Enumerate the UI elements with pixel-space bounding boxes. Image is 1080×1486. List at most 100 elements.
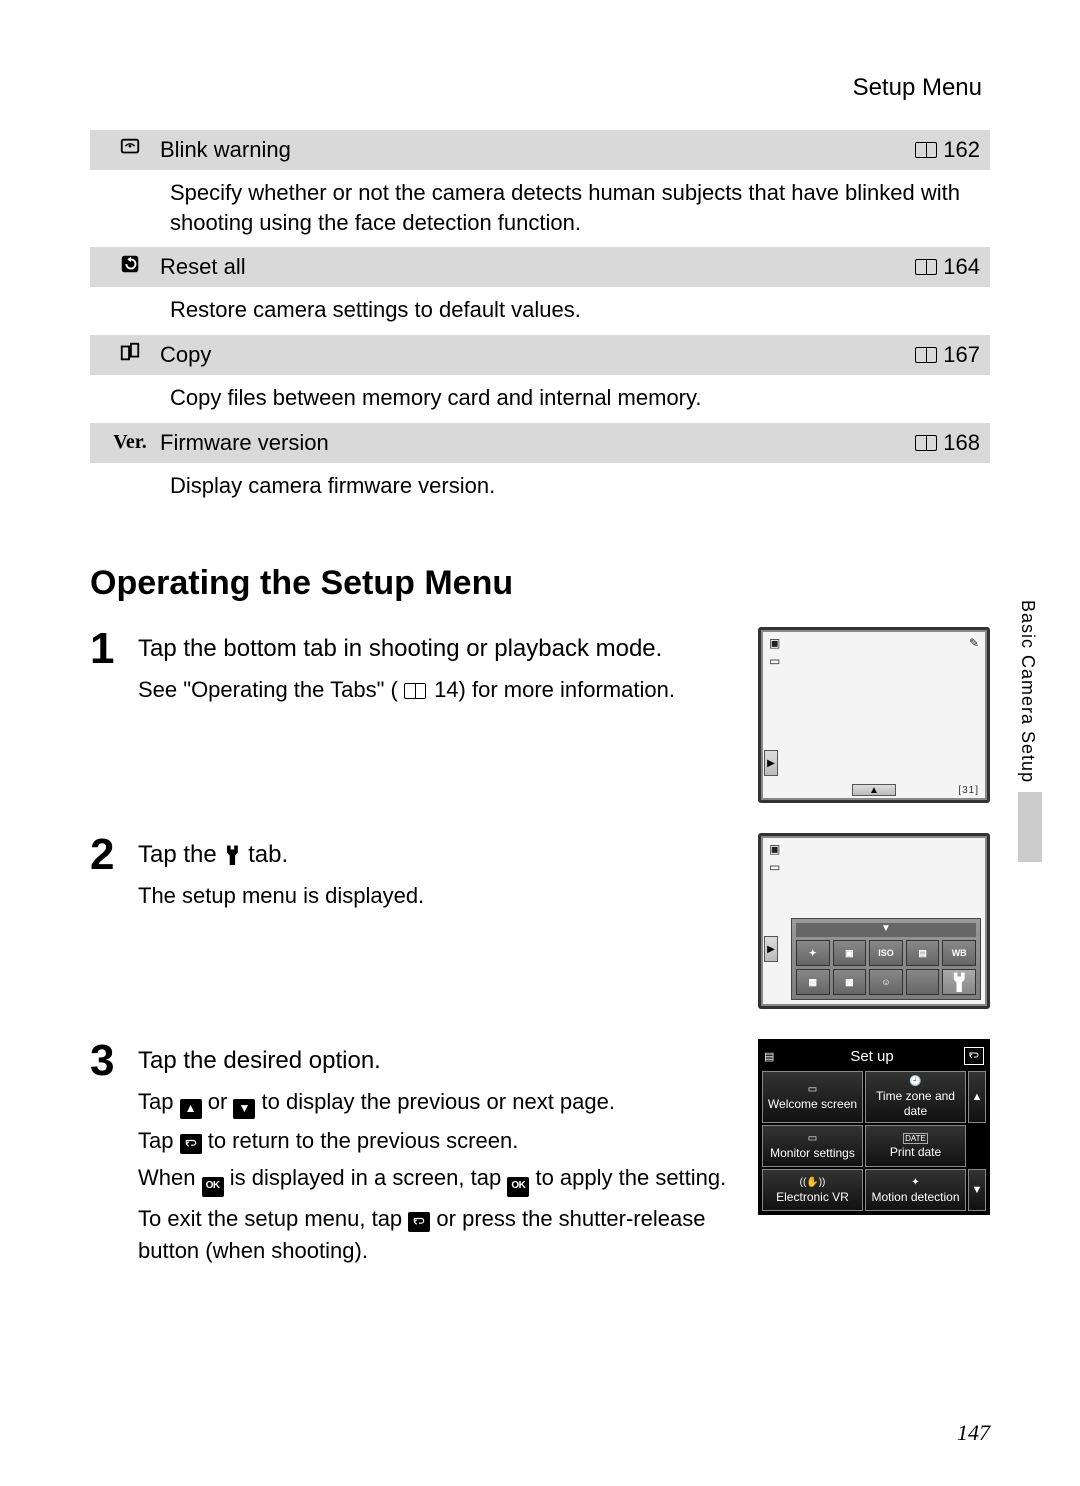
- step-number: 1: [90, 627, 138, 671]
- setup-option-label: Welcome screen: [768, 1097, 857, 1111]
- option-cell: [906, 969, 940, 995]
- header-title: Setup Menu: [90, 74, 990, 102]
- options-panel: ▼ ✦ ▣ ISO ▤ WB ▦ ▩ ☺: [791, 918, 981, 1000]
- monitor-icon: ▭: [808, 1133, 817, 1145]
- table-row-head: Reset all 164: [90, 247, 990, 287]
- table-row-label: Firmware version: [160, 430, 915, 456]
- book-icon: [915, 142, 937, 158]
- version-icon: Ver.: [100, 431, 160, 454]
- table-row-label: Blink warning: [160, 137, 915, 163]
- step-text-frag: Tap: [138, 1089, 180, 1114]
- option-cell: ▦: [796, 969, 830, 995]
- step-text-frag: to display the previous or next page.: [262, 1089, 615, 1114]
- welcome-icon: ▭: [808, 1084, 817, 1096]
- book-icon: [915, 347, 937, 363]
- step-text-frag: When: [138, 1165, 202, 1190]
- step-number: 2: [90, 833, 138, 877]
- camera-screen-step1: ▣ ▭ ✎ ▶ ▲ [31]: [758, 627, 990, 803]
- book-icon: [915, 435, 937, 451]
- down-arrow-icon: ▼: [233, 1099, 255, 1119]
- scroll-track: [968, 1125, 986, 1167]
- table-row-page-num: 164: [943, 254, 980, 280]
- option-cell: WB: [942, 940, 976, 966]
- table-row-page: 168: [915, 430, 980, 456]
- camera-sub-icon: ▭: [769, 654, 780, 668]
- step-title-frag: tab.: [248, 841, 288, 868]
- table-row-page: 162: [915, 137, 980, 163]
- setup-option-label: Motion detection: [871, 1190, 959, 1204]
- camera-screen-step3: ▤ Set up ▭ Welcome screen 🕘 Time zone an…: [758, 1039, 990, 1215]
- back-icon: [180, 1134, 202, 1154]
- table-row-page-num: 168: [943, 430, 980, 456]
- table-row-head: Copy 167: [90, 335, 990, 375]
- page-number: 147: [957, 1420, 990, 1446]
- step-text-frag: See "Operating the Tabs" (: [138, 677, 398, 702]
- date-icon: DATE: [903, 1133, 928, 1145]
- step-title-frag: Tap the: [138, 841, 223, 868]
- option-cell: ☺: [869, 969, 903, 995]
- table-row-head: Blink warning 162: [90, 130, 990, 170]
- setup-option: ▭ Monitor settings: [762, 1125, 863, 1167]
- table-row-desc: Specify whether or not the camera detect…: [90, 170, 990, 247]
- option-cell: ▤: [906, 940, 940, 966]
- step-2: 2 Tap the tab. The setup menu is display…: [90, 833, 990, 1009]
- table-row-page-num: 167: [943, 342, 980, 368]
- menu-indicator-icon: ▤: [764, 1050, 780, 1063]
- back-icon: [408, 1212, 430, 1232]
- corner-info: [31]: [958, 785, 979, 796]
- table-row-page: 164: [915, 254, 980, 280]
- table-row-label: Copy: [160, 342, 915, 368]
- step-text-frag: is displayed in a screen, tap: [230, 1165, 508, 1190]
- blink-icon: [100, 136, 160, 164]
- bottom-tab: ▲: [852, 784, 896, 796]
- section-heading: Operating the Setup Menu: [90, 564, 990, 603]
- table-row-page-num: 162: [943, 137, 980, 163]
- option-cell: ▣: [833, 940, 867, 966]
- camera-mode-icon: ▣: [769, 636, 780, 650]
- collapse-arrow: ▼: [796, 923, 976, 937]
- camera-sub-icon: ▭: [769, 860, 780, 874]
- step-text-frag: Tap: [138, 1128, 180, 1153]
- table-row-head: Ver. Firmware version 168: [90, 423, 990, 463]
- side-tab: ▶: [764, 936, 778, 962]
- setup-option: DATE Print date: [865, 1125, 966, 1167]
- table-row-desc: Restore camera settings to default value…: [90, 287, 990, 335]
- setup-option-label: Electronic VR: [776, 1190, 849, 1204]
- paint-icon: ✎: [969, 636, 979, 650]
- setup-option-label: Time zone and date: [868, 1089, 963, 1118]
- step-number: 3: [90, 1039, 138, 1083]
- option-cell: ✦: [796, 940, 830, 966]
- option-cell: ▩: [833, 969, 867, 995]
- step-text: See "Operating the Tabs" ( 14) for more …: [138, 674, 730, 706]
- setup-screen-back-icon: [964, 1047, 984, 1065]
- step-text: The setup menu is displayed.: [138, 880, 730, 912]
- scroll-down-icon: ▼: [968, 1169, 986, 1211]
- setup-option: ✦ Motion detection: [865, 1169, 966, 1211]
- up-arrow-icon: ▲: [180, 1099, 202, 1119]
- setup-option: 🕘 Time zone and date: [865, 1071, 966, 1123]
- motion-icon: ✦: [911, 1177, 919, 1189]
- wrench-icon: [223, 845, 241, 865]
- setup-option-label: Print date: [890, 1145, 941, 1159]
- table-row-desc: Display camera firmware version.: [90, 463, 990, 511]
- setup-option-label: Monitor settings: [770, 1146, 855, 1160]
- reset-icon: [100, 253, 160, 281]
- book-icon: [915, 259, 937, 275]
- step-text-frag: 14) for more information.: [434, 677, 675, 702]
- copy-icon: [100, 341, 160, 369]
- step-text-frag: to apply the setting.: [535, 1165, 726, 1190]
- ok-icon: OK: [507, 1177, 529, 1197]
- book-icon: [404, 683, 426, 699]
- setup-table: Blink warning 162 Specify whether or not…: [90, 130, 990, 510]
- step-text: Tap ▲ or ▼ to display the previous or ne…: [138, 1086, 730, 1267]
- clock-icon: 🕘: [909, 1076, 921, 1088]
- step-text-frag: to return to the previous screen.: [208, 1128, 519, 1153]
- ok-icon: OK: [202, 1177, 224, 1197]
- step-text-frag: or: [208, 1089, 234, 1114]
- camera-mode-icon: ▣: [769, 842, 780, 856]
- step-title: Tap the desired option.: [138, 1045, 730, 1077]
- table-row-label: Reset all: [160, 254, 915, 280]
- step-text-frag: To exit the setup menu, tap: [138, 1206, 408, 1231]
- step-title: Tap the bottom tab in shooting or playba…: [138, 633, 730, 665]
- step-3: 3 Tap the desired option. Tap ▲ or ▼ to …: [90, 1039, 990, 1272]
